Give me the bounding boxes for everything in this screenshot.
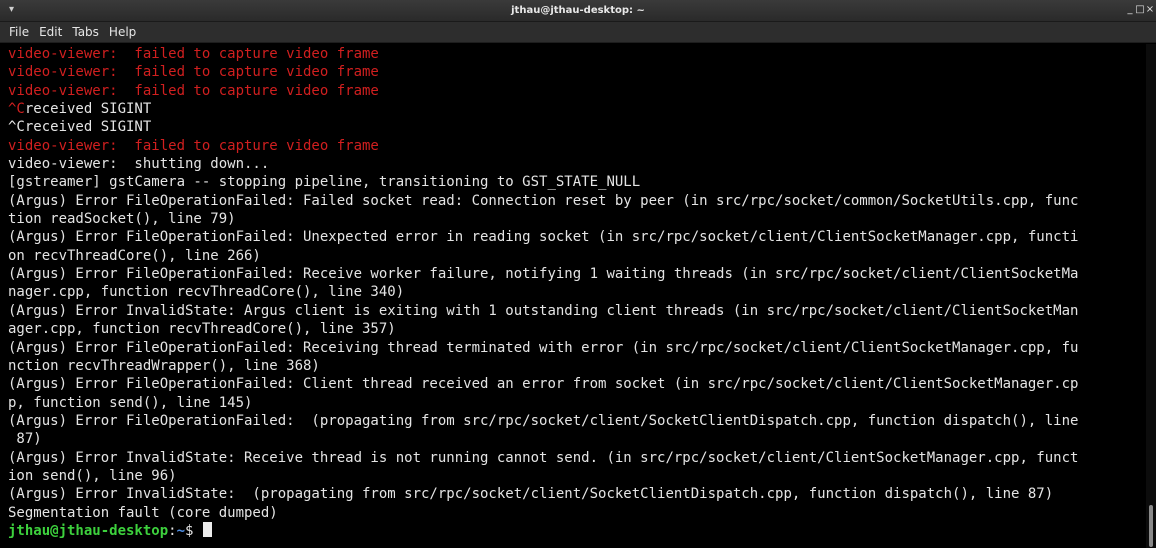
terminal-line: (Argus) Error FileOperationFailed: Clien… xyxy=(8,375,1146,393)
line-text: (Argus) Error InvalidState: (propagating… xyxy=(8,486,1054,503)
line-text: tion readSocket(), line 79) xyxy=(8,211,236,228)
output-lines: video-viewer: failed to capture video fr… xyxy=(8,45,1146,522)
line-text: ager.cpp, function recvThreadCore(), lin… xyxy=(8,321,396,338)
prompt-symbol: $ xyxy=(185,522,202,539)
line-prefix: ^C xyxy=(8,101,25,118)
line-text: p, function send(), line 145) xyxy=(8,394,253,411)
terminal-line: video-viewer: failed to capture video fr… xyxy=(8,137,1146,155)
terminal-line: nager.cpp, function recvThreadCore(), li… xyxy=(8,283,1146,301)
line-text: 87) xyxy=(8,431,42,448)
menu-tabs[interactable]: Tabs xyxy=(67,22,104,43)
window-title: jthau@jthau-desktop: ~ xyxy=(511,5,645,16)
menu-edit[interactable]: Edit xyxy=(34,22,67,43)
terminal-line: ion send(), line 96) xyxy=(8,467,1146,485)
terminal-line: (Argus) Error InvalidState: Argus client… xyxy=(8,302,1146,320)
line-text: video-viewer: failed to capture video fr… xyxy=(8,46,379,62)
menu-file[interactable]: File xyxy=(4,22,34,43)
line-text: video-viewer: failed to capture video fr… xyxy=(8,82,379,99)
terminal-line: (Argus) Error FileOperationFailed: Recei… xyxy=(8,265,1146,283)
scrollbar-thumb[interactable] xyxy=(1149,505,1153,547)
line-text: (Argus) Error FileOperationFailed: (prop… xyxy=(8,412,1079,429)
terminal-line: p, function send(), line 145) xyxy=(8,394,1146,412)
vertical-scrollbar[interactable] xyxy=(1146,44,1156,548)
terminal-line: ^Creceived SIGINT xyxy=(8,118,1146,136)
terminal-line: [gstreamer] gstCamera -- stopping pipeli… xyxy=(8,173,1146,191)
terminal-line: (Argus) Error FileOperationFailed: Faile… xyxy=(8,192,1146,210)
terminal-output[interactable]: video-viewer: failed to capture video fr… xyxy=(0,44,1146,548)
text-cursor xyxy=(202,521,212,537)
line-text: (Argus) Error FileOperationFailed: Clien… xyxy=(8,376,1079,393)
line-text: video-viewer: failed to capture video fr… xyxy=(8,64,379,81)
line-text: nager.cpp, function recvThreadCore(), li… xyxy=(8,284,405,301)
line-text: (Argus) Error FileOperationFailed: Unexp… xyxy=(8,229,1079,246)
minimize-button[interactable]: _ xyxy=(1125,3,1135,17)
line-text: Segmentation fault (core dumped) xyxy=(8,504,278,521)
terminal-line: video-viewer: failed to capture video fr… xyxy=(8,45,1146,63)
line-text: received SIGINT xyxy=(24,101,152,118)
terminal-line: (Argus) Error InvalidState: (propagating… xyxy=(8,485,1146,503)
terminal-line: (Argus) Error InvalidState: Receive thre… xyxy=(8,449,1146,467)
line-text: video-viewer: shutting down... xyxy=(8,156,270,173)
terminal-line: nction recvThreadWrapper(), line 368) xyxy=(8,357,1146,375)
close-button[interactable]: × xyxy=(1145,3,1155,17)
line-text: (Argus) Error InvalidState: Argus client… xyxy=(8,302,1079,319)
line-text: [gstreamer] gstCamera -- stopping pipeli… xyxy=(8,174,641,191)
line-text: (Argus) Error InvalidState: Receive thre… xyxy=(8,449,1079,466)
line-text: video-viewer: failed to capture video fr… xyxy=(8,137,379,154)
prompt-user-host: jthau@jthau-desktop xyxy=(8,522,169,539)
shell-prompt-line[interactable]: jthau@jthau-desktop:~$ xyxy=(8,521,1146,540)
line-text: ion send(), line 96) xyxy=(8,467,177,484)
terminal-line: (Argus) Error FileOperationFailed: (prop… xyxy=(8,412,1146,430)
line-text: on recvThreadCore(), line 266) xyxy=(8,247,261,264)
prompt-path: ~ xyxy=(176,522,186,539)
terminal-line: video-viewer: failed to capture video fr… xyxy=(8,63,1146,81)
line-text: nction recvThreadWrapper(), line 368) xyxy=(8,357,320,374)
title-bar[interactable]: ▾ jthau@jthau-desktop: ~ _ □ × xyxy=(0,0,1156,22)
line-text: (Argus) Error FileOperationFailed: Recei… xyxy=(8,266,1079,283)
line-text: ^Creceived SIGINT xyxy=(8,119,152,136)
terminal-window: ▾ jthau@jthau-desktop: ~ _ □ × File Edit… xyxy=(0,0,1156,548)
terminal-line: ^Creceived SIGINT xyxy=(8,100,1146,118)
maximize-button[interactable]: □ xyxy=(1135,3,1145,17)
terminal-line: (Argus) Error FileOperationFailed: Unexp… xyxy=(8,228,1146,246)
terminal-line: ager.cpp, function recvThreadCore(), lin… xyxy=(8,320,1146,338)
terminal-line: on recvThreadCore(), line 266) xyxy=(8,247,1146,265)
line-text: (Argus) Error FileOperationFailed: Faile… xyxy=(8,192,1079,209)
line-text: (Argus) Error FileOperationFailed: Recei… xyxy=(8,339,1079,356)
menu-help[interactable]: Help xyxy=(104,22,141,43)
terminal-line: video-viewer: failed to capture video fr… xyxy=(8,82,1146,100)
prompt-separator: : xyxy=(168,522,177,539)
terminal-line: 87) xyxy=(8,430,1146,448)
menu-bar: File Edit Tabs Help xyxy=(0,22,1156,43)
terminal-line: (Argus) Error FileOperationFailed: Recei… xyxy=(8,339,1146,357)
terminal-line: video-viewer: shutting down... xyxy=(8,155,1146,173)
terminal-line: tion readSocket(), line 79) xyxy=(8,210,1146,228)
terminal-line: Segmentation fault (core dumped) xyxy=(8,504,1146,522)
